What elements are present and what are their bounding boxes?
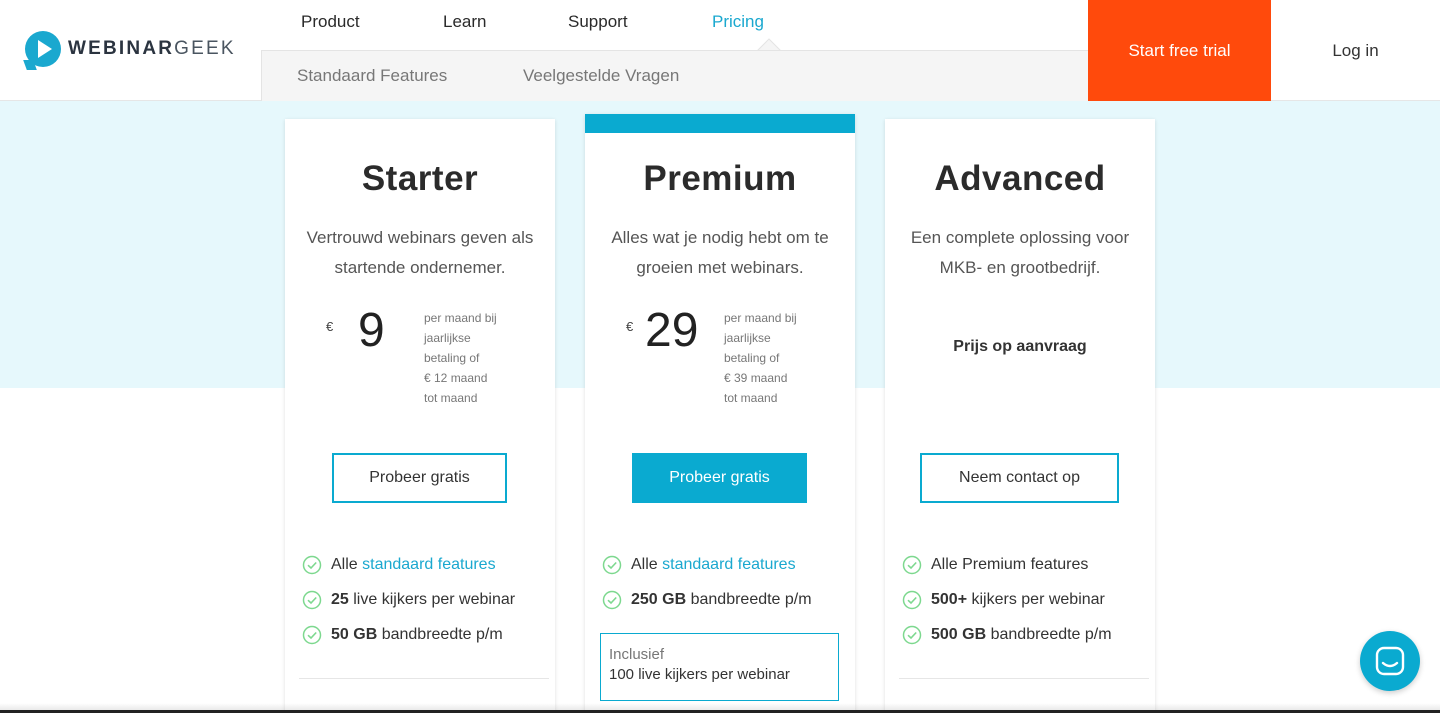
feature-prefix: Alle — [331, 555, 358, 573]
check-circle-icon — [302, 590, 322, 609]
chat-icon — [1375, 646, 1405, 676]
logo-text-bold: WEBINAR — [68, 38, 175, 59]
feature-list: Alle Premium features 500+ kijkers per w… — [902, 547, 1152, 652]
feature-highlight: 50 GB — [331, 625, 378, 643]
check-circle-icon — [902, 555, 922, 574]
highlight-bar — [585, 114, 855, 133]
price-currency: € — [326, 319, 334, 334]
check-circle-icon — [302, 555, 322, 574]
feature-item: 250 GB bandbreedte p/m — [602, 582, 852, 617]
feature-item: Alle Premium features — [902, 547, 1152, 582]
nav-item-product[interactable]: Product — [301, 12, 360, 32]
price-amount: 9 — [358, 304, 385, 357]
main-nav: Product Learn Support Pricing — [261, 0, 1088, 51]
start-free-trial-button[interactable]: Start free trial — [1088, 0, 1271, 101]
sub-nav-standaard-features[interactable]: Standaard Features — [297, 66, 447, 86]
check-circle-icon — [302, 625, 322, 644]
included-box: Inclusief 100 live kijkers per webinar — [600, 633, 839, 701]
standaard-features-link[interactable]: standaard features — [662, 556, 795, 574]
plan-card-starter: Starter Vertrouwd webinars geven als sta… — [285, 119, 555, 713]
check-circle-icon — [902, 625, 922, 644]
feature-text: bandbreedte p/m — [381, 625, 503, 643]
feature-item: 25 live kijkers per webinar — [302, 582, 552, 617]
plan-card-premium: Premium Alles wat je nodig hebt om te gr… — [585, 114, 855, 713]
feature-item: 500 GB bandbreedte p/m — [902, 617, 1152, 652]
plan-title: Starter — [361, 159, 479, 198]
feature-highlight: 250 GB — [631, 590, 687, 608]
feature-text: Alle Premium features — [931, 555, 1089, 573]
feature-item: 500+ kijkers per webinar — [902, 582, 1152, 617]
contact-button[interactable]: Neem contact op — [920, 453, 1119, 503]
sub-nav-veelgestelde-vragen[interactable]: Veelgestelde Vragen — [523, 66, 679, 86]
price-note-line: per maand bij — [424, 311, 497, 325]
nav-item-support[interactable]: Support — [568, 12, 628, 32]
check-circle-icon — [602, 555, 622, 574]
check-circle-icon — [902, 590, 922, 609]
feature-item: Alle standaard features — [602, 547, 852, 582]
price-on-request: Prijs op aanvraag — [953, 338, 1087, 355]
included-label: Inclusief — [609, 646, 665, 663]
price-note-line: tot maand — [724, 391, 778, 405]
price-note-line: jaarlijkse — [424, 331, 471, 345]
feature-text: live kijkers per webinar — [353, 590, 516, 608]
site-header: WEBINARGEEK Product Learn Support Pricin… — [0, 0, 1440, 101]
feature-highlight: 500+ — [931, 590, 968, 608]
logo-text-light: GEEK — [174, 38, 236, 59]
nav-item-pricing[interactable]: Pricing — [712, 12, 764, 32]
price-note-line: € 39 maand — [724, 371, 788, 385]
feature-highlight: 500 GB — [931, 625, 987, 643]
feature-prefix: Alle — [631, 555, 658, 573]
feature-list: Alle standaard features 250 GB bandbreed… — [602, 547, 852, 617]
plan-title: Premium — [643, 159, 797, 198]
price-note-line: betaling of — [724, 351, 780, 365]
nav-item-learn[interactable]: Learn — [443, 12, 486, 32]
price-note-line: tot maand — [424, 391, 478, 405]
plan-card-advanced: Advanced Een complete oplossing voor MKB… — [885, 119, 1155, 713]
divider — [899, 678, 1149, 679]
divider — [299, 678, 549, 679]
feature-highlight: 25 — [331, 590, 349, 608]
try-free-button[interactable]: Probeer gratis — [632, 453, 807, 503]
check-circle-icon — [602, 590, 622, 609]
price-note-line: betaling of — [424, 351, 480, 365]
sub-nav: Standaard Features Veelgestelde Vragen — [261, 50, 1088, 101]
feature-text: bandbreedte p/m — [690, 590, 812, 608]
chat-launcher-button[interactable] — [1360, 631, 1420, 691]
feature-text: kijkers per webinar — [971, 590, 1105, 608]
standaard-features-link[interactable]: standaard features — [362, 556, 495, 574]
try-free-button[interactable]: Probeer gratis — [332, 453, 507, 503]
login-button[interactable]: Log in — [1271, 0, 1440, 101]
price-amount: 29 — [645, 304, 699, 357]
included-value: 100 live kijkers per webinar — [609, 666, 790, 683]
feature-item: Alle standaard features — [302, 547, 552, 582]
feature-list: Alle standaard features 25 live kijkers … — [302, 547, 552, 652]
logo[interactable]: WEBINARGEEK — [25, 31, 236, 67]
price-note-line: € 12 maand — [424, 371, 488, 385]
price-note-line: jaarlijkse — [724, 331, 771, 345]
price-currency: € — [626, 319, 634, 334]
price-note-line: per maand bij — [724, 311, 797, 325]
feature-text: bandbreedte p/m — [990, 625, 1112, 643]
price-note: per maand bij jaarlijkse betaling of € 1… — [424, 308, 514, 408]
logo-text: WEBINARGEEK — [68, 38, 236, 60]
price-note: per maand bij jaarlijkse betaling of € 3… — [724, 308, 814, 408]
plan-description: Alles wat je nodig hebt om te groeien me… — [611, 228, 829, 277]
plan-description: Vertrouwd webinars geven als startende o… — [306, 228, 534, 277]
webinargeek-logo-icon — [25, 31, 61, 67]
feature-item: 50 GB bandbreedte p/m — [302, 617, 552, 652]
plan-title: Advanced — [934, 159, 1106, 198]
plan-description: Een complete oplossing voor MKB- en groo… — [910, 228, 1130, 277]
